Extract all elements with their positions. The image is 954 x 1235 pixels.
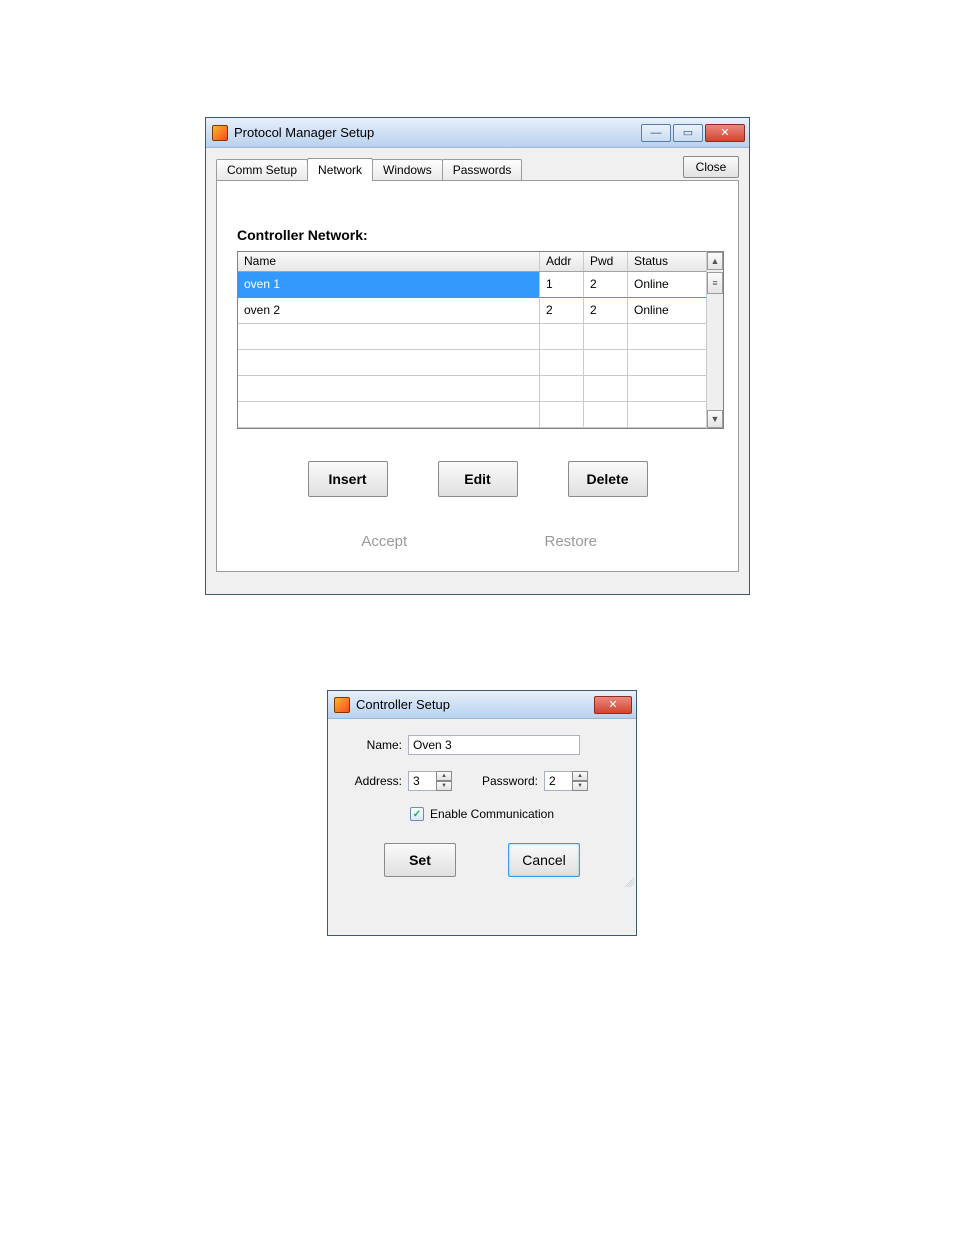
restore-button[interactable]: Restore xyxy=(506,525,636,557)
name-input[interactable] xyxy=(408,735,580,755)
name-label: Name: xyxy=(348,738,408,752)
cell-name xyxy=(238,350,540,376)
tab-network[interactable]: Network xyxy=(307,158,373,181)
cell-status xyxy=(628,402,706,428)
cell-name xyxy=(238,376,540,402)
close-window-button[interactable]: ✕ xyxy=(705,124,745,142)
cell-name: oven 2 xyxy=(238,298,540,324)
set-button[interactable]: Set xyxy=(384,843,456,877)
address-up-icon[interactable]: ▲ xyxy=(436,771,452,781)
tab-windows[interactable]: Windows xyxy=(372,159,443,180)
controller-setup-dialog: Controller Setup ✕ Name: Address: ▲ ▼ xyxy=(327,690,637,936)
window-title: Protocol Manager Setup xyxy=(234,125,374,140)
cell-pwd xyxy=(584,324,628,350)
scroll-thumb[interactable]: ≡ xyxy=(707,272,723,294)
cell-name xyxy=(238,324,540,350)
cell-pwd xyxy=(584,376,628,402)
address-input[interactable] xyxy=(408,771,436,791)
titlebar[interactable]: Protocol Manager Setup — ▭ ✕ xyxy=(206,118,749,148)
cell-pwd: 2 xyxy=(584,272,628,298)
password-spinner[interactable]: ▲ ▼ xyxy=(544,771,588,791)
protocol-manager-window: Protocol Manager Setup — ▭ ✕ Close Comm … xyxy=(205,117,750,595)
dialog-title: Controller Setup xyxy=(356,697,450,712)
password-down-icon[interactable]: ▼ xyxy=(572,781,588,791)
address-down-icon[interactable]: ▼ xyxy=(436,781,452,791)
app-icon xyxy=(212,125,228,141)
scroll-up-icon[interactable]: ▲ xyxy=(707,252,723,270)
cell-pwd: 2 xyxy=(584,298,628,324)
cell-name xyxy=(238,402,540,428)
address-label: Address: xyxy=(348,774,408,788)
cell-pwd xyxy=(584,350,628,376)
password-input[interactable] xyxy=(544,771,572,791)
tab-passwords[interactable]: Passwords xyxy=(442,159,523,180)
minimize-button[interactable]: — xyxy=(641,124,671,142)
close-button[interactable]: Close xyxy=(683,156,739,178)
resize-grip-icon[interactable] xyxy=(622,875,634,887)
col-name[interactable]: Name xyxy=(238,252,540,271)
table-row[interactable]: oven 222Online xyxy=(238,298,706,324)
app-icon xyxy=(334,697,350,713)
cell-addr xyxy=(540,324,584,350)
enable-communication-label: Enable Communication xyxy=(430,807,554,821)
col-pwd[interactable]: Pwd xyxy=(584,252,628,271)
cell-status: Online xyxy=(628,272,706,298)
table-row[interactable] xyxy=(238,350,706,376)
cell-addr: 1 xyxy=(540,272,584,298)
password-up-icon[interactable]: ▲ xyxy=(572,771,588,781)
table-row[interactable] xyxy=(238,324,706,350)
controller-grid[interactable]: Name Addr Pwd Status oven 112Onlineoven … xyxy=(237,251,706,429)
cell-name: oven 1 xyxy=(238,272,540,298)
dialog-close-button[interactable]: ✕ xyxy=(594,696,632,714)
maximize-button[interactable]: ▭ xyxy=(673,124,703,142)
cell-status xyxy=(628,350,706,376)
table-row[interactable]: oven 112Online xyxy=(238,272,706,298)
cell-status xyxy=(628,324,706,350)
cell-addr xyxy=(540,376,584,402)
table-row[interactable] xyxy=(238,376,706,402)
tab-comm-setup[interactable]: Comm Setup xyxy=(216,159,308,180)
network-tab-pane: Controller Network: Name Addr Pwd Status… xyxy=(216,180,739,572)
grid-scrollbar[interactable]: ▲ ≡ ▼ xyxy=(706,251,724,429)
cell-addr xyxy=(540,350,584,376)
cell-status: Online xyxy=(628,298,706,324)
cell-addr: 2 xyxy=(540,298,584,324)
tab-strip: Comm Setup Network Windows Passwords xyxy=(216,158,683,180)
scroll-down-icon[interactable]: ▼ xyxy=(707,410,723,428)
cell-status xyxy=(628,376,706,402)
password-label: Password: xyxy=(474,774,544,788)
col-addr[interactable]: Addr xyxy=(540,252,584,271)
section-title: Controller Network: xyxy=(237,227,724,243)
enable-communication-checkbox[interactable] xyxy=(410,807,424,821)
cell-addr xyxy=(540,402,584,428)
delete-button[interactable]: Delete xyxy=(568,461,648,497)
edit-button[interactable]: Edit xyxy=(438,461,518,497)
cancel-button[interactable]: Cancel xyxy=(508,843,580,877)
dialog-titlebar[interactable]: Controller Setup ✕ xyxy=(328,691,636,719)
accept-button[interactable]: Accept xyxy=(319,525,449,557)
table-row[interactable] xyxy=(238,402,706,428)
insert-button[interactable]: Insert xyxy=(308,461,388,497)
col-status[interactable]: Status xyxy=(628,252,706,271)
address-spinner[interactable]: ▲ ▼ xyxy=(408,771,452,791)
cell-pwd xyxy=(584,402,628,428)
